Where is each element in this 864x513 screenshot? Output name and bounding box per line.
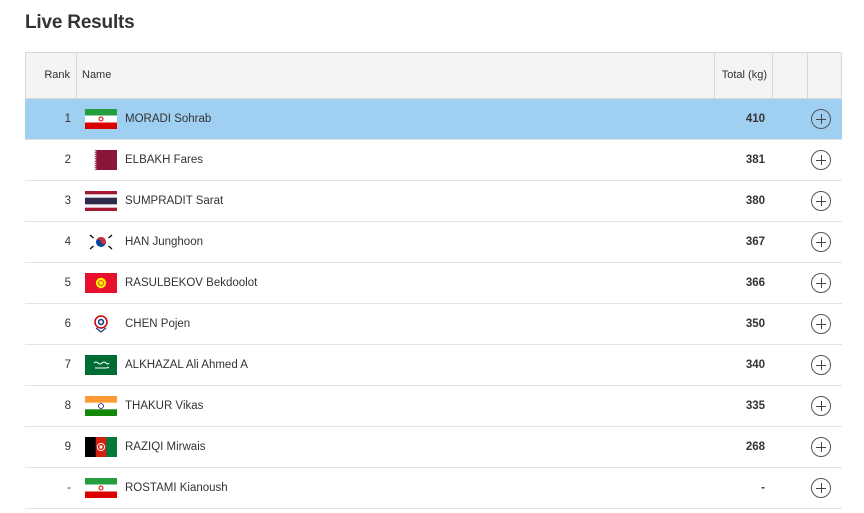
rank-cell: 5 bbox=[64, 277, 71, 289]
chinese-taipei-flag bbox=[85, 314, 117, 334]
athlete-name: CHEN Pojen bbox=[125, 318, 191, 330]
afghanistan-flag bbox=[85, 437, 117, 457]
table-body: 1 MORADI Sohrab 410 2 ELBAKH Fares 381 3 SUMPRA… bbox=[25, 99, 842, 509]
total-cell: 380 bbox=[745, 195, 765, 207]
table-row[interactable]: - ROSTAMI Kianoush - bbox=[25, 468, 842, 509]
athlete-name: MORADI Sohrab bbox=[125, 113, 212, 125]
total-cell: 335 bbox=[745, 400, 765, 412]
expand-row-icon[interactable] bbox=[811, 150, 831, 170]
results-table: Rank Name Total (kg) 1 MORADI Sohrab 410 2 E… bbox=[25, 52, 842, 509]
table-row[interactable]: 9 RAZIQI Mirwais 268 bbox=[25, 427, 842, 468]
athlete-name: RAZIQI Mirwais bbox=[125, 441, 206, 453]
athlete-name: SUMPRADIT Sarat bbox=[125, 195, 224, 207]
page-title: Live Results bbox=[25, 12, 135, 33]
table-header: Rank Name Total (kg) bbox=[25, 52, 842, 99]
athlete-name: ELBAKH Fares bbox=[125, 154, 203, 166]
athlete-name: ALKHAZAL Ali Ahmed A bbox=[125, 359, 248, 371]
expand-row-icon[interactable] bbox=[811, 396, 831, 416]
rank-column-header[interactable]: Rank bbox=[26, 53, 70, 98]
athlete-name: RASULBEKOV Bekdoolot bbox=[125, 277, 258, 289]
table-row[interactable]: 2 ELBAKH Fares 381 bbox=[25, 140, 842, 181]
table-row[interactable]: 1 MORADI Sohrab 410 bbox=[25, 99, 842, 140]
expand-row-icon[interactable] bbox=[811, 273, 831, 293]
rank-cell: 3 bbox=[64, 195, 71, 207]
athlete-name: ROSTAMI Kianoush bbox=[125, 482, 228, 494]
rank-cell: - bbox=[67, 482, 71, 494]
table-row[interactable]: 5 RASULBEKOV Bekdoolot 366 bbox=[25, 263, 842, 304]
athlete-name: THAKUR Vikas bbox=[125, 400, 204, 412]
total-cell: 410 bbox=[745, 113, 765, 125]
korea-flag bbox=[85, 232, 117, 252]
total-cell: 367 bbox=[745, 236, 765, 248]
rank-cell: 4 bbox=[64, 236, 71, 248]
total-cell: 381 bbox=[745, 154, 765, 166]
expand-row-icon[interactable] bbox=[811, 109, 831, 129]
name-column-header[interactable]: Name bbox=[82, 53, 111, 98]
total-cell: 350 bbox=[745, 318, 765, 330]
column-divider bbox=[772, 53, 773, 98]
total-column-header[interactable]: Total (kg) bbox=[714, 53, 767, 98]
table-row[interactable]: 4 HAN Junghoon 367 bbox=[25, 222, 842, 263]
athlete-name: HAN Junghoon bbox=[125, 236, 203, 248]
expand-row-icon[interactable] bbox=[811, 478, 831, 498]
total-cell: 340 bbox=[745, 359, 765, 371]
total-cell: 366 bbox=[745, 277, 765, 289]
column-divider bbox=[76, 53, 77, 98]
expand-row-icon[interactable] bbox=[811, 314, 831, 334]
table-row[interactable]: 7 ALKHAZAL Ali Ahmed A 340 bbox=[25, 345, 842, 386]
thailand-flag bbox=[85, 191, 117, 211]
kyrgyzstan-flag bbox=[85, 273, 117, 293]
table-row[interactable]: 6 CHEN Pojen 350 bbox=[25, 304, 842, 345]
qatar-flag bbox=[85, 150, 117, 170]
saudi-arabia-flag bbox=[85, 355, 117, 375]
expand-row-icon[interactable] bbox=[811, 191, 831, 211]
rank-cell: 2 bbox=[64, 154, 71, 166]
expand-row-icon[interactable] bbox=[811, 355, 831, 375]
total-cell: 268 bbox=[745, 441, 765, 453]
total-cell: - bbox=[761, 482, 765, 494]
iran-flag bbox=[85, 109, 117, 129]
india-flag bbox=[85, 396, 117, 416]
iran-flag bbox=[85, 478, 117, 498]
rank-cell: 8 bbox=[64, 400, 71, 412]
table-row[interactable]: 8 THAKUR Vikas 335 bbox=[25, 386, 842, 427]
rank-cell: 7 bbox=[64, 359, 71, 371]
expand-row-icon[interactable] bbox=[811, 232, 831, 252]
rank-cell: 1 bbox=[64, 113, 71, 125]
column-divider bbox=[807, 53, 808, 98]
rank-cell: 9 bbox=[64, 441, 71, 453]
rank-cell: 6 bbox=[64, 318, 71, 330]
table-row[interactable]: 3 SUMPRADIT Sarat 380 bbox=[25, 181, 842, 222]
expand-row-icon[interactable] bbox=[811, 437, 831, 457]
